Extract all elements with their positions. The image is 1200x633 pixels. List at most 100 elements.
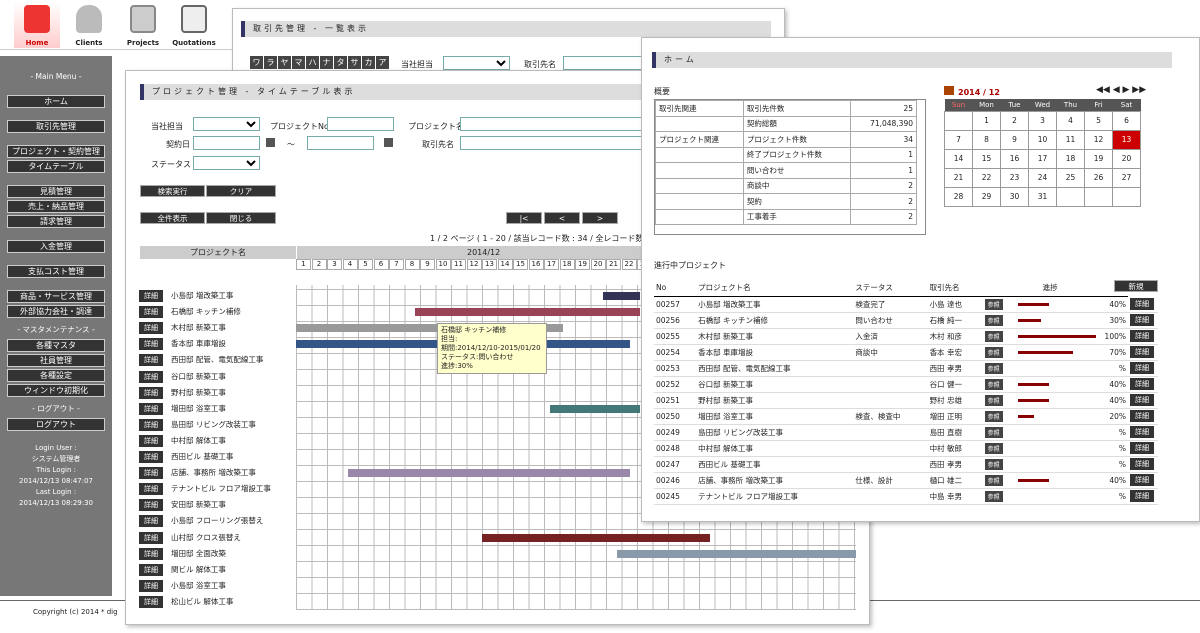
- calendar-date[interactable]: 19: [1084, 148, 1113, 169]
- calendar-date[interactable]: 7: [944, 129, 973, 150]
- calendar-date[interactable]: 25: [1056, 167, 1085, 188]
- calendar-date[interactable]: 27: [1112, 167, 1141, 188]
- detail-button[interactable]: 詳細: [139, 579, 163, 592]
- kana-button[interactable]: サ: [348, 56, 362, 69]
- kana-button[interactable]: ハ: [306, 56, 320, 69]
- sidebar-item-projects[interactable]: プロジェクト・契約管理: [7, 145, 105, 158]
- calendar-date[interactable]: 12: [1084, 129, 1113, 150]
- detail-button[interactable]: 詳細: [139, 595, 163, 608]
- kana-button[interactable]: ヤ: [278, 56, 292, 69]
- detail-button[interactable]: 詳細: [1130, 297, 1154, 310]
- ref-button[interactable]: 参照: [984, 362, 1003, 374]
- sidebar-item-cost[interactable]: 支払コスト管理: [7, 265, 105, 278]
- sidebar-item-payment[interactable]: 入金管理: [7, 240, 105, 253]
- close-button[interactable]: 閉じる: [206, 212, 276, 224]
- ref-button[interactable]: 参照: [984, 330, 1003, 342]
- ref-button[interactable]: 参照: [984, 394, 1003, 406]
- gantt-bar[interactable]: [482, 533, 710, 542]
- ref-button[interactable]: 参照: [984, 474, 1003, 486]
- calendar-date[interactable]: 22: [972, 167, 1001, 188]
- detail-button[interactable]: 詳細: [139, 451, 163, 463]
- detail-button[interactable]: 詳細: [139, 418, 163, 431]
- calendar-date[interactable]: 17: [1028, 148, 1057, 169]
- kana-button[interactable]: ナ: [320, 56, 334, 69]
- sidebar-item-timetable[interactable]: タイムテーブル: [7, 160, 105, 173]
- detail-button[interactable]: 詳細: [139, 515, 163, 528]
- calendar-date[interactable]: 21: [944, 167, 973, 188]
- detail-button[interactable]: 詳細: [139, 547, 163, 560]
- nav-home[interactable]: Home: [14, 2, 60, 48]
- show-all-button[interactable]: 全件表示: [140, 212, 205, 224]
- detail-button[interactable]: 詳細: [139, 306, 163, 319]
- detail-button[interactable]: 詳細: [139, 354, 163, 367]
- sidebar-item-sales[interactable]: 売上・納品管理: [7, 200, 105, 213]
- client-tanto-select[interactable]: [443, 56, 510, 70]
- calendar-date[interactable]: 9: [1000, 129, 1029, 150]
- calendar-date[interactable]: 13: [1112, 129, 1141, 150]
- detail-button[interactable]: 詳細: [139, 322, 163, 335]
- detail-button[interactable]: 詳細: [139, 386, 163, 399]
- detail-button[interactable]: 詳細: [139, 563, 163, 576]
- ref-button[interactable]: 参照: [984, 378, 1003, 390]
- calendar-date[interactable]: [944, 110, 973, 131]
- calendar-date[interactable]: 14: [944, 148, 973, 169]
- sidebar-item-settings[interactable]: 各種設定: [7, 369, 105, 382]
- detail-button[interactable]: 詳細: [1130, 426, 1154, 438]
- calendar-date[interactable]: [1056, 186, 1085, 207]
- detail-button[interactable]: 詳細: [139, 290, 163, 302]
- calendar-date[interactable]: 26: [1084, 167, 1113, 188]
- calendar-nav-icon[interactable]: ◀◀ ◀ ▶ ▶▶: [1096, 85, 1146, 95]
- sidebar-item-clients[interactable]: 取引先管理: [7, 120, 105, 133]
- sidebar-item-invoice[interactable]: 請求管理: [7, 215, 105, 228]
- calendar-date[interactable]: 4: [1056, 110, 1085, 131]
- detail-button[interactable]: 詳細: [139, 402, 163, 415]
- kana-button[interactable]: タ: [334, 56, 348, 69]
- calendar-date[interactable]: 20: [1112, 148, 1141, 169]
- client-name-input[interactable]: [460, 136, 660, 150]
- prev-page-button[interactable]: <: [544, 212, 580, 224]
- ref-button[interactable]: 参照: [984, 490, 1003, 502]
- calendar-date[interactable]: 2: [1000, 110, 1029, 131]
- calendar-date[interactable]: 24: [1028, 167, 1057, 188]
- first-page-button[interactable]: |<: [506, 212, 542, 224]
- calendar-date[interactable]: 16: [1000, 148, 1029, 169]
- calendar-date[interactable]: [1084, 186, 1113, 207]
- ref-button[interactable]: 参照: [984, 410, 1003, 422]
- ref-button[interactable]: 参照: [984, 298, 1003, 310]
- project-name-input[interactable]: [460, 117, 660, 131]
- search-button[interactable]: 検索実行: [140, 185, 205, 197]
- detail-button[interactable]: 詳細: [139, 531, 163, 544]
- detail-button[interactable]: 詳細: [139, 370, 163, 383]
- detail-button[interactable]: 詳細: [139, 483, 163, 496]
- detail-button[interactable]: 詳細: [1130, 346, 1154, 358]
- contract-date-to[interactable]: [307, 136, 374, 150]
- ref-button[interactable]: 参照: [984, 458, 1003, 470]
- gantt-bar[interactable]: [348, 469, 630, 478]
- sidebar-item-products[interactable]: 商品・サービス管理: [7, 290, 105, 303]
- status-select[interactable]: [193, 156, 260, 170]
- calendar-date[interactable]: 8: [972, 129, 1001, 150]
- detail-button[interactable]: 詳細: [139, 499, 163, 512]
- ref-button[interactable]: 参照: [984, 442, 1003, 454]
- sidebar-item-quotes[interactable]: 見積管理: [7, 185, 105, 198]
- calendar-icon[interactable]: [266, 138, 275, 147]
- ref-button[interactable]: 参照: [984, 346, 1003, 358]
- logout-button[interactable]: ログアウト: [7, 418, 105, 431]
- calendar-date[interactable]: 10: [1028, 129, 1057, 150]
- ref-button[interactable]: 参照: [984, 426, 1003, 438]
- gantt-bar[interactable]: [617, 549, 856, 558]
- calendar-date[interactable]: 30: [1000, 186, 1029, 207]
- detail-button[interactable]: 詳細: [139, 338, 163, 351]
- calendar-date[interactable]: 31: [1028, 186, 1057, 207]
- calendar-date[interactable]: 28: [944, 186, 973, 207]
- kana-button[interactable]: マ: [292, 56, 306, 69]
- detail-button[interactable]: 詳細: [1130, 474, 1154, 486]
- detail-button[interactable]: 詳細: [1130, 458, 1154, 470]
- kana-button[interactable]: カ: [362, 56, 376, 69]
- project-no-input[interactable]: [327, 117, 394, 131]
- calendar-date[interactable]: 29: [972, 186, 1001, 207]
- detail-button[interactable]: 詳細: [1130, 394, 1154, 406]
- nav-clients[interactable]: Clients: [66, 2, 112, 48]
- calendar-date[interactable]: 15: [972, 148, 1001, 169]
- detail-button[interactable]: 詳細: [1130, 314, 1154, 326]
